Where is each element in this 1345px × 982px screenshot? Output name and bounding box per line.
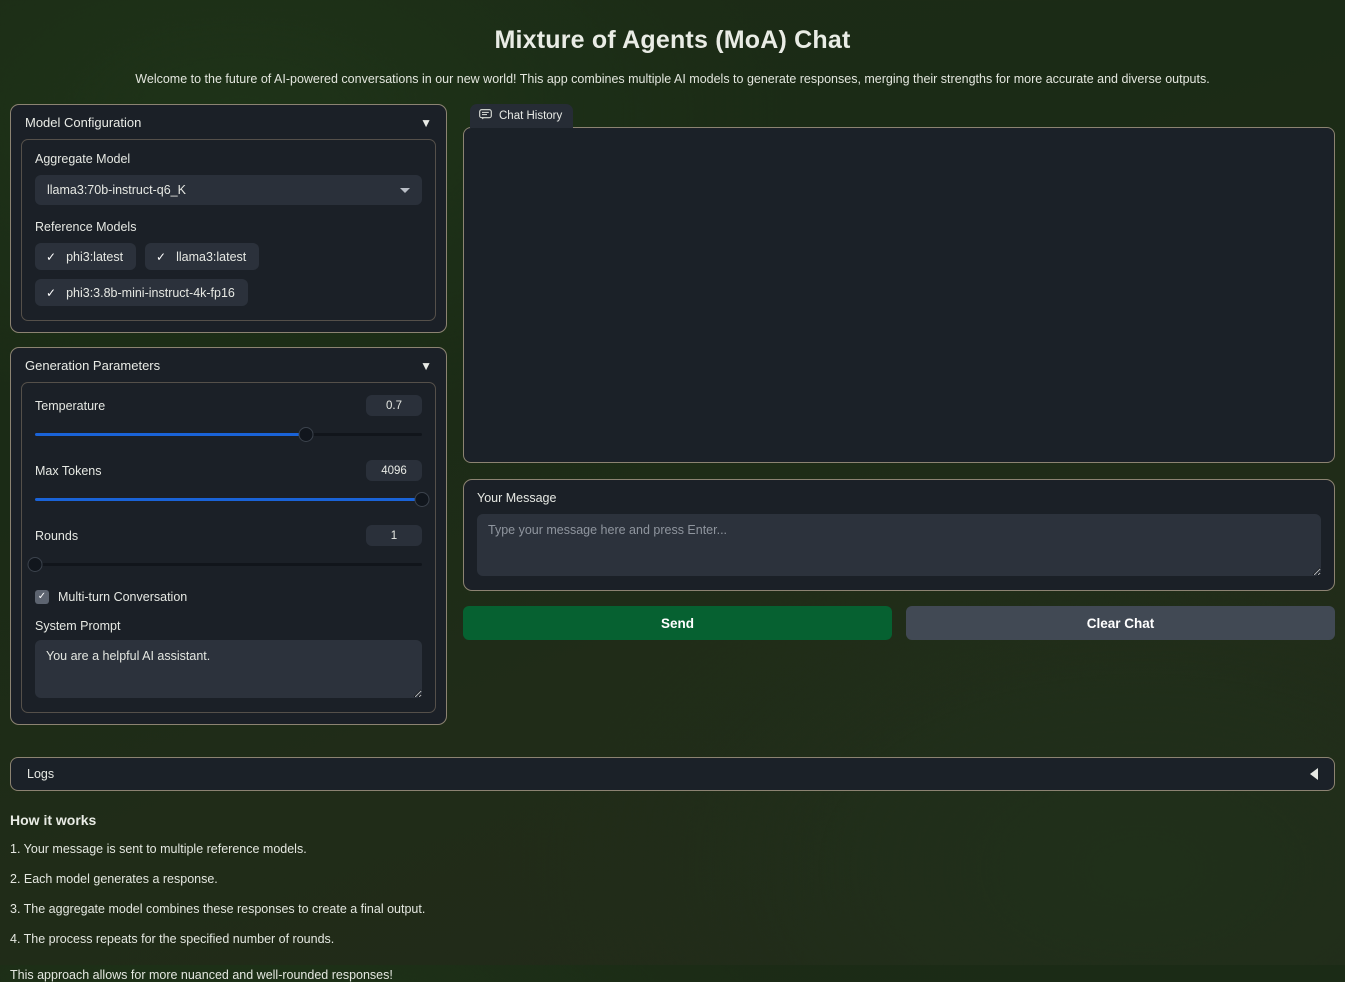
temperature-label: Temperature [35,398,106,413]
reference-model-chip[interactable]: ✓ phi3:latest [35,243,137,270]
aggregate-model-select[interactable]: llama3:70b-instruct-q6_K [35,175,422,205]
your-message-label: Your Message [477,491,557,505]
max-tokens-row: Max Tokens 4096 [35,460,422,481]
slider-fill [35,433,306,436]
rounds-value: 1 [366,525,422,546]
slider-fill [35,498,422,501]
slider-thumb[interactable] [27,557,43,572]
rounds-label: Rounds [35,528,79,543]
tab-chat-history-label: Chat History [499,110,563,122]
logs-panel[interactable]: Logs [10,757,1335,791]
check-icon: ✓ [156,249,167,264]
how-it-works-step: 1. Your message is sent to multiple refe… [10,842,307,856]
model-configuration-body: Aggregate Model llama3:70b-instruct-q6_K… [21,139,436,321]
tab-chat-history[interactable]: Chat History [470,104,574,128]
temperature-value: 0.7 [366,395,422,416]
logs-label: Logs [27,767,55,781]
reference-model-label: phi3:3.8b-mini-instruct-4k-fp16 [66,285,235,300]
max-tokens-value: 4096 [366,460,422,481]
how-it-works-section: How it works 1. Your message is sent to … [10,812,1335,982]
main-columns: Model Configuration ▼ Aggregate Model ll… [10,104,1335,739]
action-buttons: Send Clear Chat [463,606,1335,640]
chat-bubble-icon [479,109,492,123]
how-it-works-step: 2. Each model generates a response. [10,872,218,886]
chat-history-box[interactable] [463,127,1335,463]
reference-model-label: llama3:latest [176,249,247,264]
check-icon: ✓ [46,249,57,264]
how-it-works-closing: This approach allows for more nuanced an… [10,968,393,982]
left-column: Model Configuration ▼ Aggregate Model ll… [10,104,447,739]
multi-turn-conversation-checkbox[interactable]: ✓ Multi-turn Conversation [35,590,422,604]
chevron-down-icon[interactable]: ▼ [420,360,432,372]
how-it-works-step: 3. The aggregate model combines these re… [10,902,426,916]
send-button[interactable]: Send [463,606,892,640]
generation-parameters-panel: Generation Parameters ▼ Temperature 0.7 [10,347,447,725]
rounds-slider[interactable] [27,556,422,572]
your-message-panel: Your Message [463,479,1335,591]
clear-chat-button[interactable]: Clear Chat [906,606,1335,640]
system-prompt-label: System Prompt [35,619,121,633]
chevron-down-icon [400,187,410,193]
how-it-works-step: 4. The process repeats for the specified… [10,932,335,946]
chat-history-section: Chat History [463,104,1335,463]
chevron-down-icon[interactable]: ▼ [420,117,432,129]
max-tokens-label: Max Tokens [35,463,102,478]
chevron-left-icon[interactable] [1310,768,1318,780]
reference-models-list: ✓ phi3:latest ✓ llama3:latest ✓ phi3:3.8… [35,243,422,306]
model-configuration-title: Model Configuration [25,115,142,130]
system-prompt-input[interactable] [35,640,422,698]
check-icon: ✓ [46,285,57,300]
check-icon: ✓ [35,590,49,604]
reference-models-label: Reference Models [35,220,137,234]
message-input[interactable] [477,514,1321,576]
temperature-row: Temperature 0.7 [35,395,422,416]
reference-model-chip[interactable]: ✓ phi3:3.8b-mini-instruct-4k-fp16 [35,279,248,306]
slider-track [35,563,422,566]
slider-thumb[interactable] [414,492,430,507]
aggregate-model-label: Aggregate Model [35,152,131,166]
generation-parameters-header[interactable]: Generation Parameters ▼ [11,348,446,382]
generation-parameters-title: Generation Parameters [25,358,161,373]
slider-thumb[interactable] [298,427,314,442]
right-column: Chat History Your Message Send Clear Cha… [463,104,1335,640]
model-configuration-panel: Model Configuration ▼ Aggregate Model ll… [10,104,447,333]
multi-turn-conversation-label: Multi-turn Conversation [58,590,188,604]
reference-model-chip[interactable]: ✓ llama3:latest [145,243,260,270]
how-it-works-title: How it works [10,812,97,828]
rounds-row: Rounds 1 [35,525,422,546]
page-title: Mixture of Agents (MoA) Chat [494,26,851,54]
reference-model-label: phi3:latest [66,249,124,264]
temperature-slider[interactable] [35,426,422,442]
app-root: Mixture of Agents (MoA) Chat Welcome to … [0,26,1345,982]
page-subtitle: Welcome to the future of AI-powered conv… [135,72,1210,86]
model-configuration-header[interactable]: Model Configuration ▼ [11,105,446,139]
aggregate-model-value: llama3:70b-instruct-q6_K [47,183,186,197]
generation-parameters-body: Temperature 0.7 Max Tokens 4096 Rounds 1… [21,382,436,713]
max-tokens-slider[interactable] [35,491,430,507]
chat-tabbar: Chat History [463,104,1335,128]
